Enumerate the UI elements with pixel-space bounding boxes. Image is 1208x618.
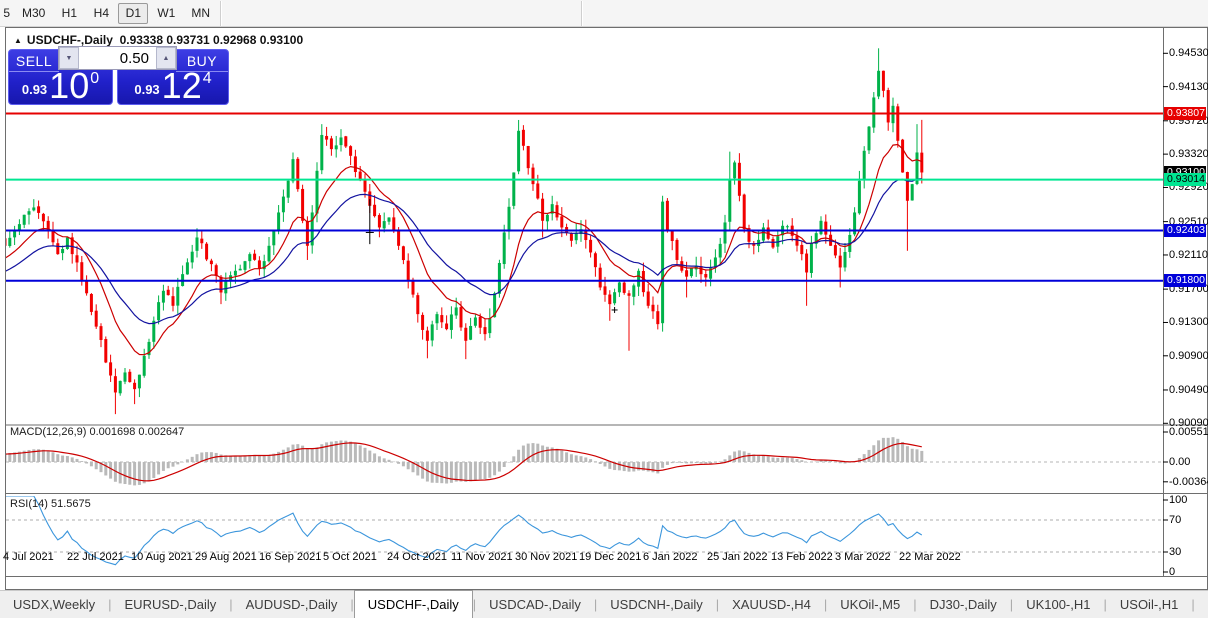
timeframe-button-d1[interactable]: D1 — [118, 3, 148, 24]
timeframe-button-5[interactable]: 5 — [0, 3, 13, 24]
chart-tab-usoil-h1[interactable]: USOil-,H1 — [1107, 591, 1192, 618]
chart-tab-audusd-daily[interactable]: AUDUSD-,Daily — [233, 591, 351, 618]
timeframe-button-mn[interactable]: MN — [184, 3, 217, 24]
toolbar-separator — [220, 1, 221, 26]
lot-size-input[interactable]: 0.50 — [79, 47, 156, 69]
chart-tab-usdx-weekly[interactable]: USDX,Weekly — [0, 591, 108, 618]
sell-price-sup: 0 — [90, 72, 99, 86]
chart-tab-bar: USDX,Weekly|EURUSD-,Daily|AUDUSD-,Daily|… — [0, 590, 1208, 618]
lot-size-box: ▼ 0.50 ▲ — [58, 46, 177, 70]
timeframe-button-w1[interactable]: W1 — [150, 3, 182, 24]
timeframe-button-m30[interactable]: M30 — [15, 3, 52, 24]
lot-increase-button[interactable]: ▲ — [156, 47, 176, 69]
chart-tab-usdchf-daily[interactable]: USDCHF-,Daily — [354, 590, 473, 618]
chart-canvas[interactable] — [0, 27, 1208, 590]
toolbar-separator — [581, 1, 582, 26]
buy-price-sup: 4 — [203, 72, 212, 86]
timeframe-toolbar: 5M30H1H4D1W1MN — [0, 0, 1208, 27]
moving-averages — [5, 145, 922, 355]
timeframe-button-h1[interactable]: H1 — [54, 3, 84, 24]
chart-tab-hk50-h1[interactable]: HK50-,H1 — [1195, 591, 1208, 618]
sell-price: 0.93 10 0 — [9, 70, 112, 102]
chart-tab-xauusd-h4[interactable]: XAUUSD-,H4 — [719, 591, 824, 618]
sell-price-prefix: 0.93 — [22, 82, 47, 97]
chart-tab-uk100-h1[interactable]: UK100-,H1 — [1013, 591, 1103, 618]
horizontal-lines — [6, 114, 1163, 281]
chart-tab-dj30-daily[interactable]: DJ30-,Daily — [917, 591, 1010, 618]
chart-tab-usdcad-daily[interactable]: USDCAD-,Daily — [476, 591, 594, 618]
buy-price-prefix: 0.93 — [134, 82, 159, 97]
chart-tab-ukoil-m5[interactable]: UKOil-,M5 — [827, 591, 913, 618]
chart-window[interactable]: ▲USDCHF-,Daily 0.93338 0.93731 0.92968 0… — [0, 27, 1208, 590]
buy-price-big: 12 — [162, 70, 202, 102]
chart-tab-eurusd-daily[interactable]: EURUSD-,Daily — [112, 591, 230, 618]
sell-price-big: 10 — [49, 70, 89, 102]
chart-tab-usdcnh-daily[interactable]: USDCNH-,Daily — [597, 591, 715, 618]
timeframe-button-h4[interactable]: H4 — [86, 3, 116, 24]
rsi-pane — [5, 496, 1163, 565]
one-click-trading-panel: SELL 0.93 10 0 BUY 0.93 12 4 ▼ 0.50 ▲ — [8, 46, 229, 105]
macd-pane — [4, 437, 1164, 485]
lot-decrease-button[interactable]: ▼ — [59, 47, 79, 69]
buy-price: 0.93 12 4 — [118, 70, 228, 102]
